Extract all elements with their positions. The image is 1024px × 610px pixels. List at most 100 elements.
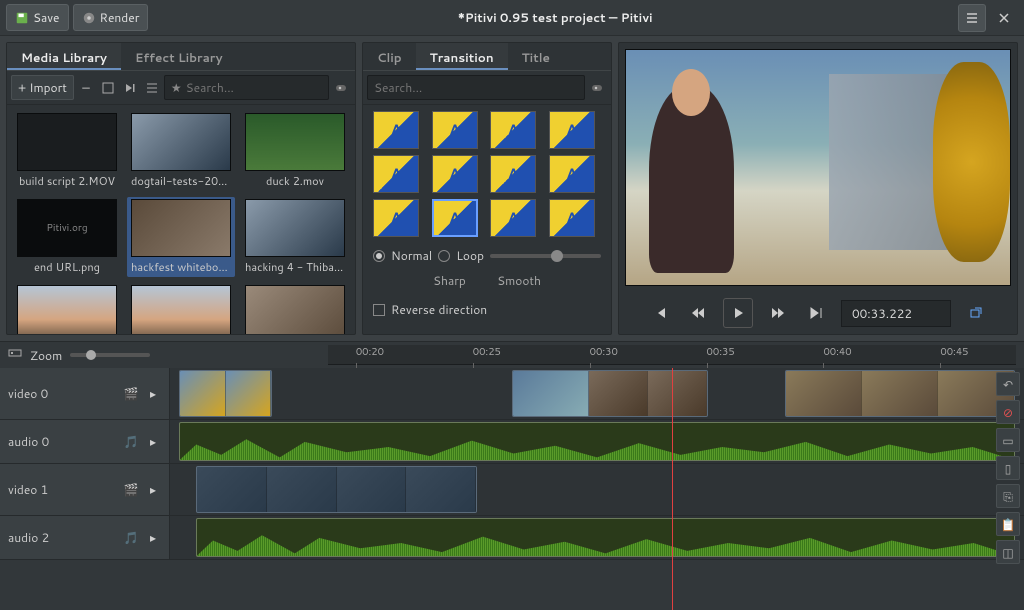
checkbox-reverse[interactable] [373,304,385,316]
align-button[interactable]: ◫ [996,540,1020,564]
undo-button[interactable]: ↶ [996,372,1020,396]
media-item[interactable]: Pitivi.orgend URL.png [13,197,121,277]
expand-icon[interactable]: ▸ [145,386,161,402]
transition-item[interactable]: A [373,111,419,149]
save-button[interactable]: Save [6,4,69,31]
video-clip[interactable] [512,370,597,417]
transition-item[interactable]: A [549,155,595,193]
playhead[interactable] [672,368,673,610]
media-tabs: Media Library Effect Library [7,43,355,71]
video-clip[interactable] [785,370,1016,417]
remove-button[interactable]: − [76,78,96,98]
zoom-slider[interactable] [70,353,150,357]
media-thumbnail [17,113,117,171]
clear-search-button[interactable] [331,78,351,98]
transition-search[interactable] [367,75,585,100]
import-button[interactable]: + Import [11,75,74,100]
zoom-thumb[interactable] [86,350,96,360]
transition-item[interactable]: A [549,111,595,149]
preview-viewport[interactable] [625,49,1011,286]
transition-item[interactable]: A [373,155,419,193]
expand-icon[interactable]: ▸ [145,434,161,450]
goto-end-button[interactable] [803,300,829,326]
expand-icon[interactable]: ▸ [145,530,161,546]
transition-item[interactable]: A [432,155,478,193]
timeline-ruler[interactable]: 00:2000:2500:3000:3500:4000:45 [328,345,1016,365]
track-header[interactable]: video 1 🎬 ▸ [0,464,170,515]
track-audio-0: audio 0 🎵 ▸ [0,420,1024,464]
window-title: *Pitivi 0.95 test project — Pitivi [152,9,958,26]
smoothness-slider[interactable] [490,254,601,258]
copy-button[interactable]: ⎘ [996,484,1020,508]
tab-clip[interactable]: Clip [363,43,416,70]
clear-transition-search[interactable] [587,78,607,98]
goto-start-button[interactable] [647,300,673,326]
list-view-button[interactable] [142,78,162,98]
radio-loop[interactable] [438,250,450,262]
delete-button[interactable]: ⊘ [996,400,1020,424]
media-item[interactable]: MVI_0117.MOV [241,283,349,334]
track-header[interactable]: audio 0 🎵 ▸ [0,420,170,463]
render-button[interactable]: Render [73,4,149,31]
tab-media-library[interactable]: Media Library [7,43,121,70]
media-item[interactable]: MVI_0048.MOV [127,283,235,334]
media-item[interactable]: dogtail-tests-2013-... [127,111,235,191]
label-reverse: Reverse direction [391,301,487,318]
rewind-button[interactable] [685,300,711,326]
media-search-input[interactable] [186,79,322,96]
group-button[interactable]: ▭ [996,428,1020,452]
forward-button[interactable] [765,300,791,326]
transition-search-input[interactable] [374,79,578,96]
detach-viewer-button[interactable] [963,300,989,326]
track-header[interactable]: video 0 🎬 ▸ [0,368,170,419]
zoom-icon [8,346,22,364]
transition-item[interactable]: A [490,199,536,237]
play-button[interactable] [723,298,753,328]
media-item[interactable]: build script 2.MOV [13,111,121,191]
audio-clip[interactable] [179,422,1016,461]
track-header[interactable]: audio 2 🎵 ▸ [0,516,170,559]
media-item[interactable]: hacking 4 - Thibault... [241,197,349,277]
media-label: hacking 4 - Thibault... [245,259,345,275]
transition-item[interactable]: A [373,199,419,237]
tab-effect-library[interactable]: Effect Library [121,43,237,70]
transition-item[interactable]: A [432,111,478,149]
tab-title[interactable]: Title [508,43,564,70]
playback-controls: 00:33.222 [619,292,1017,334]
paste-button[interactable]: 📋 [996,512,1020,536]
reverse-row: Reverse direction [373,301,601,318]
expand-icon[interactable]: ▸ [145,482,161,498]
track-content[interactable] [170,420,1024,463]
track-content[interactable] [170,464,1024,515]
audio-clip[interactable] [196,518,1016,557]
slider-thumb[interactable] [551,250,563,262]
transition-item[interactable]: A [549,199,595,237]
video-clip[interactable] [196,466,478,513]
media-item[interactable]: hackfest whiteboar... [127,197,235,277]
timecode-display[interactable]: 00:33.222 [841,300,951,327]
transition-item[interactable]: A [490,155,536,193]
media-item[interactable]: MVI_0001.MOV [13,283,121,334]
video-clip[interactable] [588,370,708,417]
video-clip[interactable] [179,370,273,417]
close-button[interactable] [990,4,1018,32]
transition-item[interactable]: A [490,111,536,149]
transition-item[interactable]: A [432,199,478,237]
tab-transition[interactable]: Transition [416,43,508,70]
media-thumbnail [131,199,231,257]
media-thumbnail [17,285,117,334]
track-content[interactable] [170,516,1024,559]
render-icon [82,11,96,25]
track-name-label: audio 0 [8,433,117,450]
menu-button[interactable] [958,4,986,32]
ungroup-button[interactable]: ▯ [996,456,1020,480]
properties-button[interactable] [98,78,118,98]
media-item[interactable]: duck 2.mov [241,111,349,191]
radio-normal[interactable] [373,250,385,262]
render-label: Render [100,9,140,26]
media-search[interactable]: ★ [164,75,329,100]
track-video-0: video 0 🎬 ▸ [0,368,1024,420]
video-track-icon: 🎬 [123,386,139,402]
insert-end-button[interactable] [120,78,140,98]
track-content[interactable] [170,368,1024,419]
